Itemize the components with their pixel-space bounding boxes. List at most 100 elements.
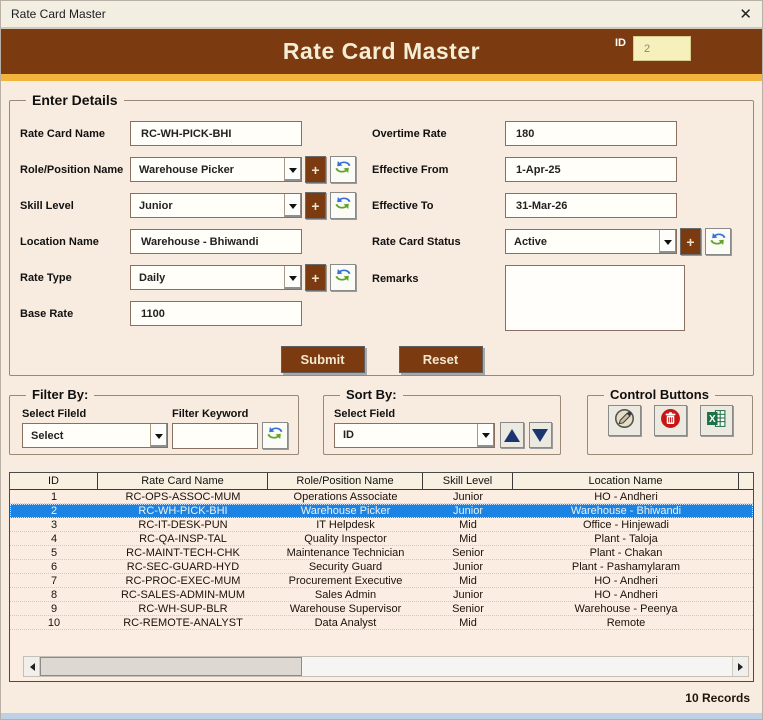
add-rate-type-button[interactable]: +	[305, 264, 326, 291]
overtime-rate-input[interactable]	[505, 121, 677, 146]
sort-descending-button[interactable]	[529, 422, 552, 448]
role-position-value: Warehouse Picker	[131, 158, 284, 181]
edit-button[interactable]	[608, 405, 641, 436]
table-cell: Junior	[423, 560, 513, 573]
submit-button[interactable]: Submit	[281, 346, 365, 373]
base-rate-input[interactable]	[130, 301, 302, 326]
table-body: 1RC-OPS-ASSOC-MUMOperations AssociateJun…	[10, 490, 753, 630]
table-row[interactable]: 10RC-REMOTE-ANALYSTData AnalystMidRemote	[10, 616, 753, 630]
table-row[interactable]: 3RC-IT-DESK-PUNIT HelpdeskMidOffice - Hi…	[10, 518, 753, 532]
table-cell: Plant - Taloja	[513, 532, 739, 545]
table-cell: Maintenance Technician	[268, 546, 423, 559]
scrollbar-thumb[interactable]	[40, 657, 302, 676]
chevron-down-icon[interactable]	[477, 424, 494, 447]
triangle-up-icon	[504, 429, 520, 442]
table-row[interactable]: 6RC-SEC-GUARD-HYDSecurity GuardJuniorPla…	[10, 560, 753, 574]
table-row[interactable]: 7RC-PROC-EXEC-MUMProcurement ExecutiveMi…	[10, 574, 753, 588]
table-cell: RC-SALES-ADMIN-MUM	[98, 588, 268, 601]
table-cell: Data Analyst	[268, 616, 423, 629]
effective-from-input[interactable]	[505, 157, 677, 182]
location-name-input[interactable]	[130, 229, 302, 254]
skill-level-dropdown[interactable]: Junior	[130, 193, 302, 218]
table-cell: RC-SEC-GUARD-HYD	[98, 560, 268, 573]
refresh-rate-type-button[interactable]	[330, 264, 356, 291]
role-position-dropdown[interactable]: Warehouse Picker	[130, 157, 302, 182]
table-row[interactable]: 4RC-QA-INSP-TALQuality InspectorMidPlant…	[10, 532, 753, 546]
refresh-status-button[interactable]	[705, 228, 731, 255]
sort-select-field-label: Select Field	[334, 408, 395, 420]
record-count: 10 Records	[9, 691, 750, 705]
rate-card-status-dropdown[interactable]: Active	[505, 229, 677, 254]
table-column-header: ID	[10, 473, 98, 489]
add-skill-button[interactable]: +	[305, 192, 326, 219]
add-role-button[interactable]: +	[305, 156, 326, 183]
refresh-role-button[interactable]	[330, 156, 356, 183]
add-status-button[interactable]: +	[680, 228, 701, 255]
filter-field-value: Select	[23, 424, 150, 447]
rate-card-name-input[interactable]	[130, 121, 302, 146]
remarks-textarea[interactable]	[505, 265, 685, 331]
table-cell: 4	[10, 532, 98, 545]
table-row[interactable]: 8RC-SALES-ADMIN-MUMSales AdminJuniorHO -…	[10, 588, 753, 602]
enter-details-group: Enter Details Rate Card Name Role/Positi…	[9, 100, 754, 376]
table-cell: Mid	[423, 532, 513, 545]
table-cell: HO - Andheri	[513, 490, 739, 503]
chevron-down-icon[interactable]	[284, 158, 301, 181]
table-cell: 2	[10, 504, 98, 517]
table-cell: Operations Associate	[268, 490, 423, 503]
chevron-down-icon[interactable]	[659, 230, 676, 253]
table-cell: HO - Andheri	[513, 574, 739, 587]
rate-type-dropdown[interactable]: Daily	[130, 265, 302, 290]
table-cell: Mid	[423, 518, 513, 531]
table-cell: Junior	[423, 504, 513, 517]
table-row[interactable]: 1RC-OPS-ASSOC-MUMOperations AssociateJun…	[10, 490, 753, 504]
sort-ascending-button[interactable]	[500, 422, 523, 448]
rate-type-label: Rate Type	[20, 272, 130, 284]
table-cell: IT Helpdesk	[268, 518, 423, 531]
table-column-header: Rate Card Name	[98, 473, 268, 489]
filter-field-dropdown[interactable]: Select	[22, 423, 168, 448]
effective-to-label: Effective To	[372, 200, 505, 212]
id-value-box: 2	[633, 36, 691, 61]
table-cell: 7	[10, 574, 98, 587]
chevron-down-icon[interactable]	[284, 266, 301, 289]
scroll-left-button[interactable]	[24, 657, 40, 676]
refresh-skill-button[interactable]	[330, 192, 356, 219]
chevron-down-icon[interactable]	[284, 194, 301, 217]
table-row[interactable]: 9RC-WH-SUP-BLRWarehouse SupervisorSenior…	[10, 602, 753, 616]
table-cell: RC-REMOTE-ANALYST	[98, 616, 268, 629]
table-cell: Plant - Chakan	[513, 546, 739, 559]
delete-button[interactable]	[654, 405, 687, 436]
export-excel-button[interactable]: X	[700, 405, 733, 436]
remarks-label: Remarks	[372, 265, 505, 285]
triangle-down-icon	[532, 429, 548, 442]
base-rate-label: Base Rate	[20, 308, 130, 320]
records-listbox: IDRate Card NameRole/Position NameSkill …	[9, 472, 754, 682]
table-column-header: Role/Position Name	[268, 473, 423, 489]
arrow-right-icon	[738, 663, 747, 671]
sort-field-dropdown[interactable]: ID	[334, 423, 495, 448]
chevron-down-icon[interactable]	[150, 424, 167, 447]
sync-icon	[334, 194, 352, 217]
filter-keyword-input[interactable]	[172, 423, 258, 449]
horizontal-scrollbar[interactable]	[23, 656, 749, 677]
effective-to-input[interactable]	[505, 193, 677, 218]
arrow-left-icon	[26, 663, 35, 671]
reset-button[interactable]: Reset	[399, 346, 483, 373]
table-cell: Junior	[423, 588, 513, 601]
close-icon[interactable]: ✕	[739, 7, 752, 22]
table-row[interactable]: 5RC-MAINT-TECH-CHKMaintenance Technician…	[10, 546, 753, 560]
table-cell: Plant - Pashamylaram	[513, 560, 739, 573]
table-cell: Junior	[423, 490, 513, 503]
sync-icon	[266, 424, 284, 447]
table-cell: RC-OPS-ASSOC-MUM	[98, 490, 268, 503]
apply-filter-button[interactable]	[262, 422, 288, 449]
table-row[interactable]: 2RC-WH-PICK-BHIWarehouse PickerJuniorWar…	[10, 504, 753, 518]
rate-card-name-label: Rate Card Name	[20, 128, 130, 140]
table-cell: Mid	[423, 574, 513, 587]
app-window: Rate Card Master ✕ Rate Card Master ID 2…	[0, 0, 763, 720]
table-header: IDRate Card NameRole/Position NameSkill …	[10, 473, 753, 490]
edit-pencil-icon	[614, 408, 635, 434]
table-cell: RC-IT-DESK-PUN	[98, 518, 268, 531]
scroll-right-button[interactable]	[732, 657, 748, 676]
